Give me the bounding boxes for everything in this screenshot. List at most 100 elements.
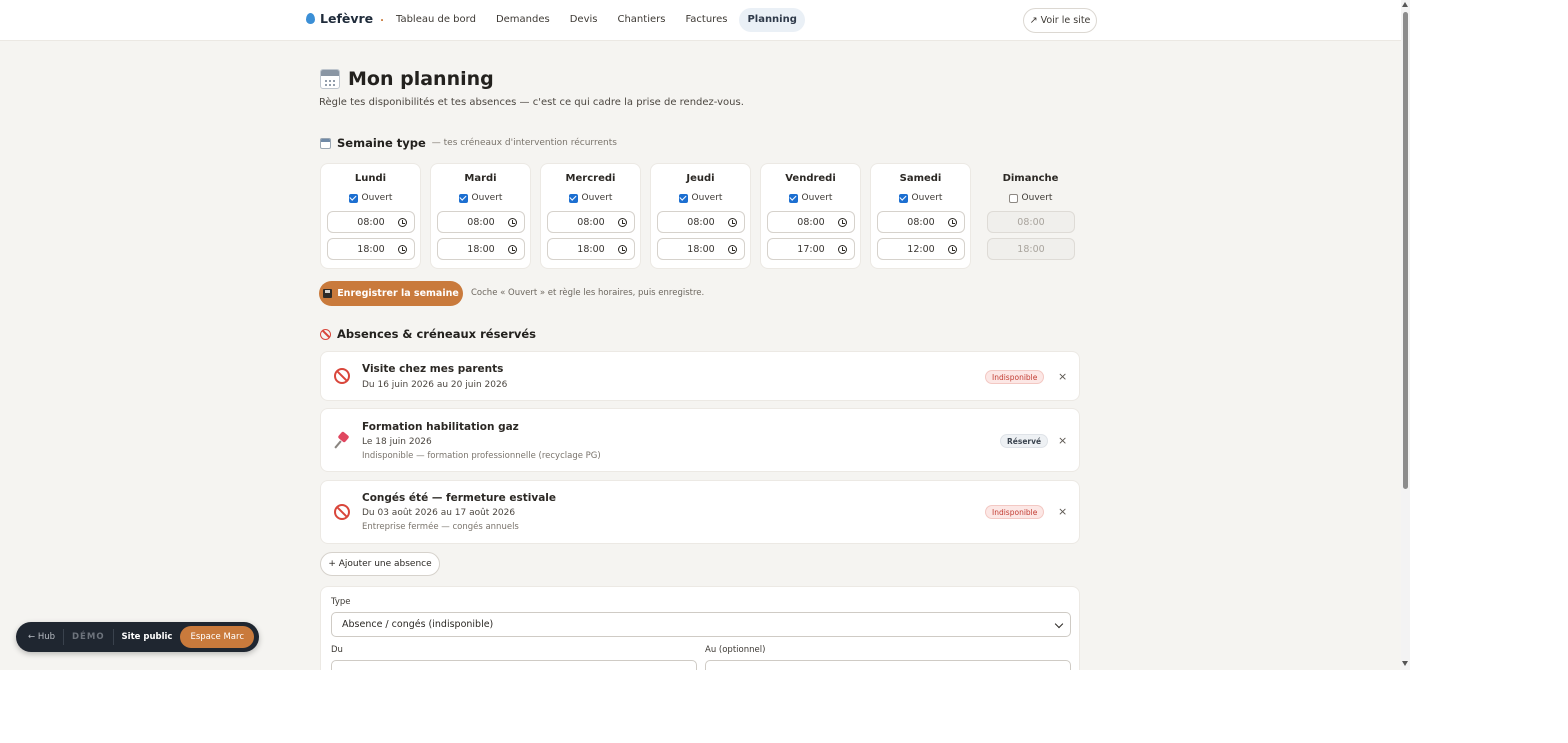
status-badge: Indisponible <box>985 505 1045 519</box>
start-time-input[interactable]: 08:00 <box>657 211 745 233</box>
scroll-up-arrow-icon[interactable] <box>1402 2 1408 7</box>
au-date-input[interactable] <box>705 660 1071 670</box>
checkbox-checked-icon[interactable] <box>788 193 798 203</box>
end-time-input[interactable]: 18:00 <box>547 238 635 260</box>
time-value: 12:00 <box>907 243 935 255</box>
section-title: Absences & créneaux réservés <box>337 327 537 341</box>
time-value: 08:00 <box>797 216 825 228</box>
type-label: Type <box>331 597 351 607</box>
app-viewport: Lefèvre . Tableau de bord Demandes Devis… <box>0 0 1404 670</box>
absence-title: Visite chez mes parents <box>362 363 504 375</box>
type-select-value: Absence / congés (indisponible) <box>342 619 494 630</box>
day-card-vendredi: Vendredi Ouvert 08:00 17:00 <box>760 163 861 269</box>
nav-planning[interactable]: Planning <box>739 8 805 32</box>
scroll-down-arrow-icon[interactable] <box>1402 661 1408 666</box>
day-card-mercredi: Mercredi Ouvert 08:00 18:00 <box>540 163 641 269</box>
open-checkbox[interactable]: Ouvert <box>321 193 420 203</box>
page-title: Mon planning <box>348 68 494 90</box>
voir-le-site-button[interactable]: ↗ Voir le site <box>1023 8 1097 33</box>
clock-icon <box>398 245 407 254</box>
open-checkbox[interactable]: Ouvert <box>981 193 1080 203</box>
day-card-dimanche: Dimanche Ouvert 08:00 18:00 <box>980 163 1081 269</box>
demo-label: DÉMO <box>72 632 105 642</box>
clock-icon <box>948 218 957 227</box>
day-name: Lundi <box>354 173 387 184</box>
absence-card: Formation habilitation gaz Le 18 juin 20… <box>320 408 1080 472</box>
absence-title: Formation habilitation gaz <box>362 421 519 433</box>
clock-icon <box>398 218 407 227</box>
start-time-input[interactable]: 08:00 <box>327 211 415 233</box>
floppy-disk-icon <box>323 289 333 298</box>
checkbox-checked-icon[interactable] <box>348 193 358 203</box>
open-label: Ouvert <box>911 193 943 203</box>
open-label: Ouvert <box>361 193 393 203</box>
clock-icon <box>838 218 847 227</box>
save-week-label: Enregistrer la semaine <box>337 288 459 299</box>
checkbox-unchecked-icon[interactable] <box>1008 193 1018 203</box>
time-value: 18:00 <box>1017 243 1045 255</box>
start-time-input[interactable]: 08:00 <box>767 211 855 233</box>
start-time-input: 08:00 <box>987 211 1075 233</box>
open-checkbox[interactable]: Ouvert <box>651 193 750 203</box>
clock-icon <box>728 245 737 254</box>
start-time-input[interactable]: 08:00 <box>547 211 635 233</box>
type-select[interactable]: Absence / congés (indisponible) <box>331 612 1071 637</box>
end-time-input[interactable]: 18:00 <box>327 238 415 260</box>
absence-note: Entreprise fermée — congés annuels <box>362 522 519 532</box>
section-hint: — tes créneaux d'intervention récurrents <box>431 138 617 148</box>
absence-date: Du 03 août 2026 au 17 août 2026 <box>362 508 516 518</box>
checkbox-checked-icon[interactable] <box>458 193 468 203</box>
no-entry-icon <box>320 328 331 340</box>
day-name: Jeudi <box>686 173 715 184</box>
delete-absence-button[interactable]: × <box>1058 434 1067 447</box>
end-time-input[interactable]: 12:00 <box>877 238 965 260</box>
hub-link[interactable]: ← Hub <box>20 626 63 648</box>
absence-date: Le 18 juin 2026 <box>362 437 432 447</box>
start-time-input[interactable]: 08:00 <box>437 211 525 233</box>
nav-chantiers[interactable]: Chantiers <box>609 8 673 32</box>
nav-factures[interactable]: Factures <box>677 8 735 32</box>
open-checkbox[interactable]: Ouvert <box>761 193 860 203</box>
start-time-input[interactable]: 08:00 <box>877 211 965 233</box>
time-value: 08:00 <box>467 216 495 228</box>
section-title: Semaine type <box>337 136 426 150</box>
clock-icon <box>508 245 517 254</box>
open-label: Ouvert <box>471 193 503 203</box>
scrollbar-thumb[interactable] <box>1403 12 1408 489</box>
nav-demandes[interactable]: Demandes <box>488 8 558 32</box>
checkbox-checked-icon[interactable] <box>898 193 908 203</box>
nav-devis[interactable]: Devis <box>562 8 606 32</box>
end-time-input[interactable]: 18:00 <box>437 238 525 260</box>
nav-tableau-de-bord[interactable]: Tableau de bord <box>388 8 484 32</box>
calendar-icon <box>320 137 331 149</box>
main-nav: Tableau de bord Demandes Devis Chantiers… <box>388 8 805 32</box>
no-entry-icon <box>334 368 350 384</box>
open-label: Ouvert <box>581 193 613 203</box>
top-navbar: Lefèvre . Tableau de bord Demandes Devis… <box>0 0 1404 41</box>
espace-marc-link[interactable]: Espace Marc <box>180 626 255 648</box>
open-checkbox[interactable]: Ouvert <box>871 193 970 203</box>
checkbox-checked-icon[interactable] <box>678 193 688 203</box>
brand-logo[interactable]: Lefèvre . <box>306 11 384 26</box>
checkbox-checked-icon[interactable] <box>568 193 578 203</box>
site-public-link[interactable]: Site public <box>114 626 181 648</box>
du-date-input[interactable] <box>331 660 697 670</box>
end-time-input[interactable]: 18:00 <box>657 238 745 260</box>
week-days: Lundi Ouvert 08:00 18:00 Mardi Ouvert 08… <box>320 163 1081 269</box>
add-absence-button[interactable]: + Ajouter une absence <box>320 552 440 576</box>
clock-icon <box>618 218 627 227</box>
absence-note: Indisponible — formation professionnelle… <box>362 451 601 461</box>
delete-absence-button[interactable]: × <box>1058 505 1067 518</box>
clock-icon <box>508 218 517 227</box>
delete-absence-button[interactable]: × <box>1058 370 1067 383</box>
end-time-input[interactable]: 17:00 <box>767 238 855 260</box>
status-badge: Réservé <box>1000 434 1049 448</box>
time-value: 18:00 <box>357 243 385 255</box>
day-name: Mardi <box>464 173 497 184</box>
chevron-down-icon <box>1054 619 1064 629</box>
open-checkbox[interactable]: Ouvert <box>541 193 640 203</box>
vertical-scrollbar[interactable] <box>1401 0 1410 670</box>
save-week-button[interactable]: Enregistrer la semaine <box>319 281 463 306</box>
open-checkbox[interactable]: Ouvert <box>431 193 530 203</box>
open-label: Ouvert <box>801 193 833 203</box>
